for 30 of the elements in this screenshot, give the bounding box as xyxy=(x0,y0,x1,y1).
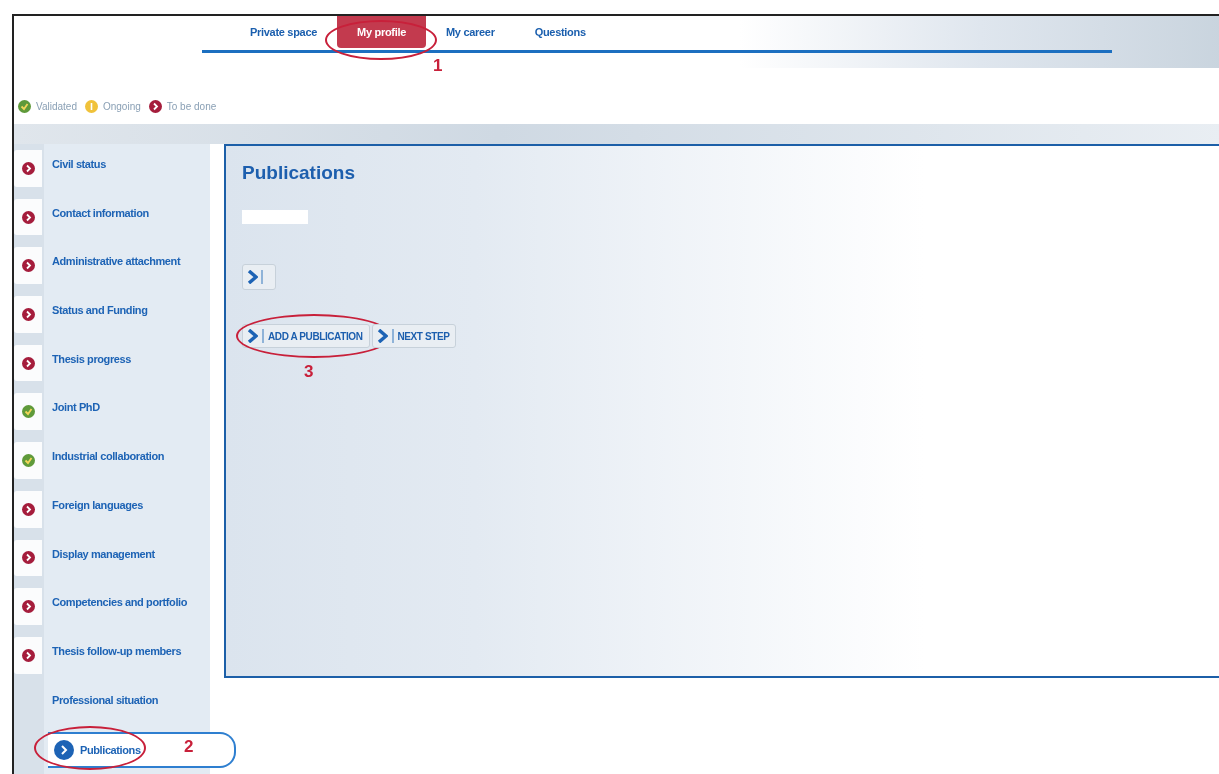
sidebar-item[interactable]: Status and Funding xyxy=(44,290,210,339)
sidebar-item[interactable]: Civil status xyxy=(44,144,210,193)
sidebar-item[interactable]: Thesis follow-up members xyxy=(44,630,210,680)
page-title: Publications xyxy=(242,162,355,184)
chevron-icon xyxy=(247,329,258,343)
expand-button[interactable] xyxy=(242,264,276,290)
sidebar-item[interactable]: Display management xyxy=(44,533,210,583)
blank-field xyxy=(242,210,308,224)
chevron-icon xyxy=(376,329,388,343)
sidebar-item[interactable]: Competencies and portfolio xyxy=(44,582,210,631)
action-button[interactable]: NEXT STEP xyxy=(371,324,457,348)
callout-number: 2 xyxy=(184,737,194,758)
sidebar-item[interactable]: Contact information xyxy=(44,192,210,242)
callout-number: 1 xyxy=(433,56,443,76)
sidebar-item[interactable]: Joint PhD xyxy=(44,387,210,437)
callout-number: 3 xyxy=(304,362,314,382)
sidebar-item[interactable]: Thesis progress xyxy=(44,338,210,388)
nav-tab[interactable]: Questions xyxy=(514,16,606,48)
nav-tab[interactable]: My career xyxy=(426,16,515,48)
legend-label: Validated xyxy=(36,100,77,112)
action-button[interactable]: ADD A PUBLICATION xyxy=(242,324,370,348)
chevron-icon xyxy=(247,270,258,284)
legend-label: Ongoing xyxy=(102,100,141,112)
nav-tab[interactable]: Private space xyxy=(230,16,338,48)
sidebar-item[interactable]: Foreign languages xyxy=(44,484,210,534)
sidebar-item[interactable]: Professional situation xyxy=(44,679,210,729)
nav-tab[interactable]: My profile xyxy=(337,16,426,48)
legend-label: To be done xyxy=(166,100,217,112)
sidebar-item[interactable]: Industrial collaboration xyxy=(44,436,210,485)
sidebar-item[interactable]: Administrative attachment xyxy=(44,241,210,291)
